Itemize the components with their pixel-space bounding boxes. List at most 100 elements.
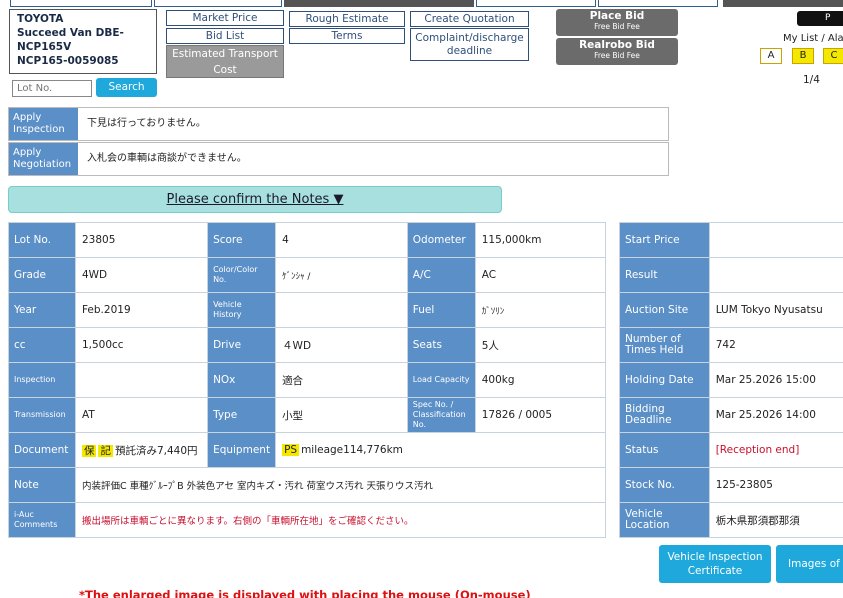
realrobo-bid-label: Realrobo Bid — [579, 39, 655, 51]
rough-estimate-button[interactable]: Rough Estimate — [289, 11, 405, 27]
drive-value: ４WD — [275, 327, 408, 363]
search-button[interactable]: Search — [96, 78, 157, 97]
holding-date-label: Holding Date — [619, 362, 710, 398]
year-value: Feb.2019 — [74, 292, 209, 328]
note-label: Note — [8, 467, 76, 503]
holding-date-value: Mar 25.2026 15:00 — [708, 362, 843, 398]
grade-value: 4WD — [74, 257, 209, 293]
cc-label: cc — [8, 327, 76, 363]
top-tab-2[interactable] — [154, 0, 282, 7]
table-row: Holding Date Mar 25.2026 15:00 — [619, 362, 843, 398]
status-value: [Reception end] — [708, 432, 843, 468]
table-row: Grade 4WD Color/Color No. ｹﾞﾝｼｬ / A/C AC — [8, 257, 607, 293]
vehicle-chassis: NCP165-0059085 — [17, 55, 119, 67]
table-row: Stock No. 125-23805 — [619, 467, 843, 503]
vehicle-model: Succeed Van DBE- — [17, 27, 124, 39]
document-text: 預託済み7,440円 — [114, 444, 198, 457]
year-label: Year — [8, 292, 76, 328]
result-label: Result — [619, 257, 710, 293]
inspection-label: Inspection — [8, 362, 76, 398]
apply-inspection-label: Apply Inspection — [9, 108, 78, 140]
ac-value: AC — [474, 257, 607, 293]
odometer-label: Odometer — [406, 222, 476, 258]
vehicle-summary: TOYOTA Succeed Van DBE- NCP165V NCP165-0… — [9, 9, 157, 74]
apply-negotiation-row: Apply Negotiation 入札会の車輌は商談ができません。 — [8, 142, 669, 176]
apply-negotiation-label: Apply Negotiation — [9, 143, 78, 175]
mylist-label[interactable]: My List / Alar — [783, 33, 843, 44]
lot-no-input[interactable] — [12, 80, 92, 97]
type-label: Type — [207, 397, 277, 433]
color-value: ｹﾞﾝｼｬ / — [275, 257, 408, 293]
top-tab-4[interactable] — [476, 0, 596, 7]
transmission-value: AT — [74, 397, 209, 433]
top-tab-1[interactable] — [10, 0, 152, 7]
create-quotation-button[interactable]: Create Quotation — [410, 11, 529, 27]
fuel-value: ｶﾞｿﾘﾝ — [474, 292, 607, 328]
top-tab-5[interactable] — [598, 0, 718, 7]
mylist-mark-a[interactable]: A — [760, 48, 782, 64]
fuel-label: Fuel — [406, 292, 476, 328]
print-label: P — [825, 13, 831, 23]
vehicle-images-button[interactable]: Images of D — [776, 545, 843, 583]
equipment-tag-ps: PS — [282, 444, 300, 456]
table-row: Bidding Deadline Mar 25.2026 14:00 — [619, 397, 843, 433]
stock-no-value: 125-23805 — [708, 467, 843, 503]
table-row: Result — [619, 257, 843, 293]
grade-label: Grade — [8, 257, 76, 293]
document-tag-ho: 保 — [81, 444, 97, 457]
spec-no-label: Spec No. / Classification No. — [406, 397, 476, 433]
mylist-mark-c[interactable]: C — [823, 48, 843, 64]
iauc-logo — [723, 0, 843, 7]
status-label: Status — [619, 432, 710, 468]
equipment-value: PS mileage114,776km — [275, 432, 606, 468]
table-row: Start Price — [619, 222, 843, 258]
spec-table: Lot No. 23805 Score 4 Odometer 115,000km… — [8, 222, 607, 538]
page-indicator: 1/4 — [803, 74, 820, 86]
color-label: Color/Color No. — [207, 257, 277, 293]
place-bid-label: Place Bid — [589, 10, 645, 22]
lot-no-label: Lot No. — [8, 222, 76, 258]
apply-inspection-row: Apply Inspection 下見は行っておりません。 — [8, 107, 669, 141]
vehicle-location-value: 栃木県那須郡那須 — [708, 502, 843, 538]
document-value: 保記預託済み7,440円 — [74, 432, 209, 468]
result-value — [708, 257, 843, 293]
load-capacity-value: 400kg — [474, 362, 607, 398]
top-tab-active[interactable] — [284, 0, 474, 7]
place-bid-button[interactable]: Place Bid Free Bid Fee — [556, 9, 678, 36]
seats-label: Seats — [406, 327, 476, 363]
times-held-value: 742 — [708, 327, 843, 363]
apply-negotiation-text: 入札会の車輌は商談ができません。 — [87, 153, 247, 164]
odometer-value: 115,000km — [474, 222, 607, 258]
start-price-label: Start Price — [619, 222, 710, 258]
auction-site-value: LUM Tokyo Nyusatsu — [708, 292, 843, 328]
table-row: Status [Reception end] — [619, 432, 843, 468]
table-row: Inspection NOx 適合 Load Capacity 400kg — [8, 362, 607, 398]
vehicle-maker: TOYOTA — [17, 13, 64, 25]
nox-label: NOx — [207, 362, 277, 398]
table-row: Document 保記預託済み7,440円 Equipment PS mileag… — [8, 432, 606, 468]
market-price-button[interactable]: Market Price — [166, 10, 284, 26]
mylist-mark-b[interactable]: B — [792, 48, 814, 64]
hover-image-note: *The enlarged image is displayed with pl… — [79, 588, 531, 598]
table-row: Year Feb.2019 Vehicle History Fuel ｶﾞｿﾘﾝ — [8, 292, 607, 328]
table-row: Note 内装評価C 車種ｸﾞﾙｰﾌﾟB 外装色アセ 室内キズ・汚れ 荷室ウス汚… — [8, 467, 607, 503]
note-value: 内装評価C 車種ｸﾞﾙｰﾌﾟB 外装色アセ 室内キズ・汚れ 荷室ウス汚れ 天張り… — [74, 467, 607, 503]
terms-button[interactable]: Terms — [289, 28, 405, 44]
confirm-notes-button[interactable]: Please confirm the Notes ▼ — [8, 186, 502, 213]
bid-list-button[interactable]: Bid List — [166, 28, 284, 44]
table-row: Auction Site LUM Tokyo Nyusatsu — [619, 292, 843, 328]
document-tag-ki: 記 — [98, 444, 113, 457]
type-value: 小型 — [275, 397, 408, 433]
load-capacity-label: Load Capacity — [406, 362, 476, 398]
complaint-deadline-button[interactable]: Complaint/discharge deadline — [410, 28, 529, 61]
table-row: Lot No. 23805 Score 4 Odometer 115,000km — [8, 222, 607, 258]
vehicle-inspection-certificate-button[interactable]: Vehicle Inspection Certificate — [659, 545, 771, 583]
equipment-label: Equipment — [207, 432, 277, 468]
print-button[interactable]: P — [797, 11, 843, 26]
table-row: cc 1,500cc Drive ４WD Seats 5人 — [8, 327, 607, 363]
ac-label: A/C — [406, 257, 476, 293]
table-row: Number of Times Held 742 — [619, 327, 843, 363]
est-transport-cost-button[interactable]: Estimated Transport Cost — [166, 45, 284, 78]
realrobo-bid-button[interactable]: Realrobo Bid Free Bid Fee — [556, 38, 678, 65]
place-bid-fee: Free Bid Fee — [594, 22, 640, 31]
